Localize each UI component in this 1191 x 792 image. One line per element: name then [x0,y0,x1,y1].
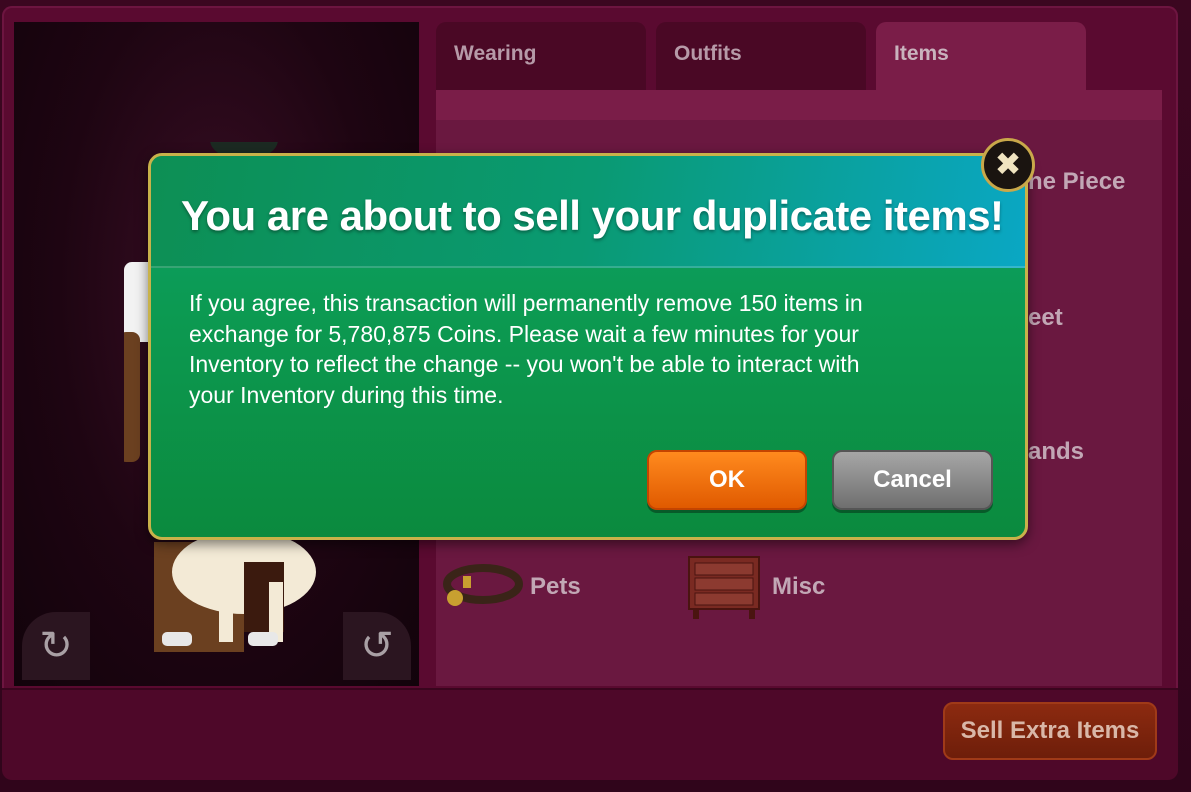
close-icon: ✖ [994,145,1022,183]
dialog-title: You are about to sell your duplicate ite… [181,192,1004,239]
collar-icon [443,564,523,606]
rotate-left-icon: ↻ [39,623,73,669]
dresser-icon [688,556,760,619]
cancel-button[interactable]: Cancel [832,450,993,510]
items-panel-header [436,90,1162,120]
ok-button[interactable]: OK [647,450,807,510]
dialog-message-line: exchange for 5,780,875 Coins. Please wai… [189,320,859,347]
category-hands[interactable]: ands [1028,438,1084,466]
sell-button-label: Sell Extra Items [960,717,1140,744]
tab-label: Items [894,42,949,65]
rotate-right-icon: ↺ [360,623,394,669]
ok-button-label: OK [709,466,745,493]
sell-extra-items-button[interactable]: Sell Extra Items [943,702,1157,760]
cancel-button-label: Cancel [873,466,952,493]
category-feet[interactable]: eet [1028,304,1063,332]
rotate-left-button[interactable]: ↻ [22,612,90,680]
category-one-piece[interactable]: ne Piece [1028,168,1125,196]
tab-wearing[interactable]: Wearing [436,22,646,90]
dialog-message-line: Inventory to reflect the change -- you w… [189,351,860,377]
dialog-message-line: If you agree, this transaction will perm… [189,290,863,316]
tab-label: Wearing [454,42,537,65]
rotate-right-button[interactable]: ↺ [343,612,411,680]
category-label: ands [1028,438,1085,465]
tab-outfits[interactable]: Outfits [656,22,866,90]
category-label: ne Piece [1028,168,1126,195]
category-misc[interactable]: Misc [772,573,825,601]
dialog-message-line: your Inventory during this time. [189,381,504,408]
close-dialog-button[interactable]: ✖ [981,138,1035,192]
dialog-message: If you agree, this transaction will perm… [189,288,979,410]
tab-label: Outfits [674,42,742,65]
category-pets[interactable]: Pets [530,573,581,601]
category-label: eet [1028,304,1063,331]
category-label: Misc [772,573,826,600]
category-label: Pets [530,573,581,600]
tab-items[interactable]: Items [876,22,1086,90]
sell-confirmation-dialog: You are about to sell your duplicate ite… [148,153,1028,540]
